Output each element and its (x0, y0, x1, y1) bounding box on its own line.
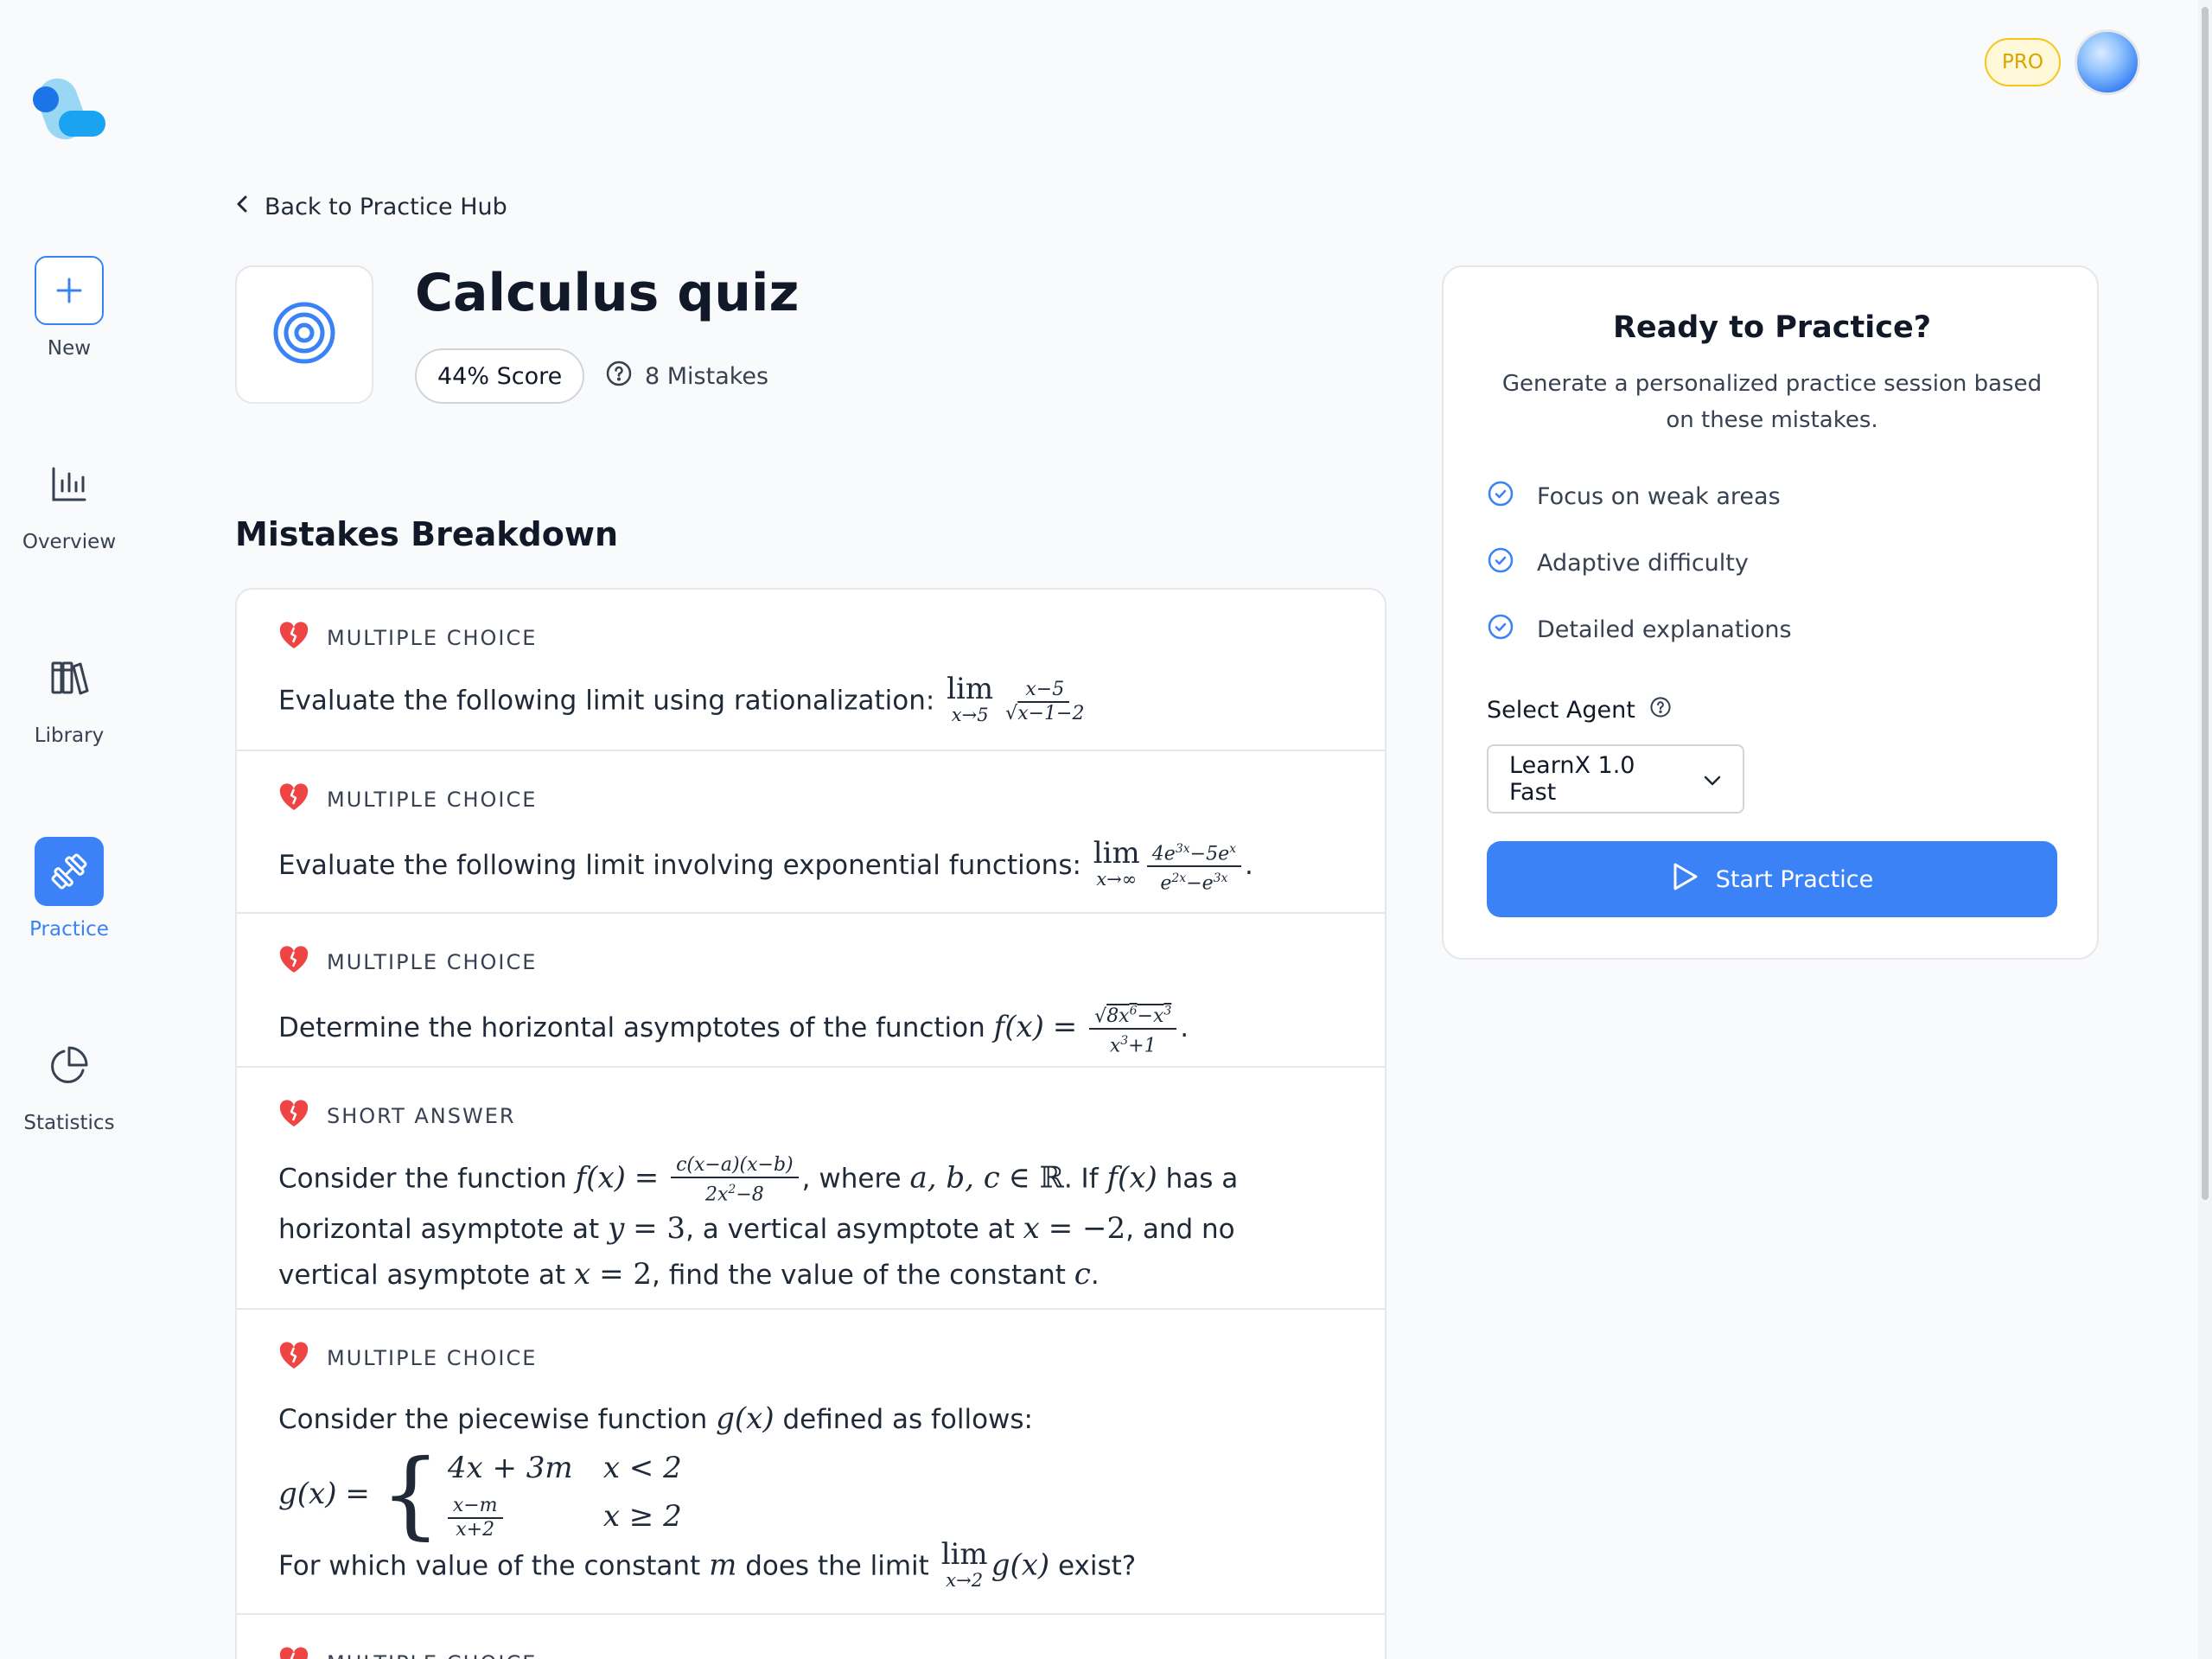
broken-heart-icon (278, 1341, 309, 1375)
chevron-left-icon (235, 194, 249, 220)
question-circle-icon (605, 360, 633, 393)
sidebar-item-statistics[interactable]: Statistics (0, 1030, 138, 1134)
practice-panel: Ready to Practice? Generate a personaliz… (1442, 265, 2099, 960)
practice-panel-description: Generate a personalized practice session… (1501, 371, 2043, 433)
list-item[interactable]: MULTIPLE CHOICE Consider the piecewise f… (237, 1310, 1385, 1615)
question-type: MULTIPLE CHOICE (327, 950, 538, 974)
question-text: Evaluate the following limit using ratio… (278, 672, 1085, 725)
page-title: Calculus quiz (415, 263, 800, 323)
question-type: MULTIPLE CHOICE (327, 788, 538, 812)
pie-chart-icon (35, 1030, 104, 1100)
sidebar-item-label: Statistics (23, 1112, 115, 1134)
feature-item: Adaptive difficulty (1487, 546, 1749, 580)
mistakes-count: 8 Mistakes (605, 348, 768, 404)
sidebar-item-label: Overview (22, 531, 117, 553)
broken-heart-icon (278, 782, 309, 817)
feature-label: Detailed explanations (1537, 616, 1792, 643)
question-text: Consider the function f(x) = c(x−a)(x−b)… (278, 1154, 1239, 1292)
score-badge: 44% Score (415, 348, 585, 404)
avatar[interactable] (2075, 29, 2140, 95)
sidebar-item-label: Library (34, 724, 105, 747)
scrollbar[interactable] (2198, 0, 2212, 1659)
mistakes-list: MULTIPLE CHOICE Evaluate the following l… (235, 588, 1386, 1659)
agent-select[interactable]: LearnX 1.0 Fast (1487, 744, 1744, 814)
mistakes-count-label: 8 Mistakes (645, 362, 769, 390)
sidebar-item-practice[interactable]: Practice (0, 837, 138, 941)
agent-label: Select Agent (1487, 696, 1672, 724)
check-circle-icon (1487, 546, 1514, 580)
piecewise-formula: g(x) = { 4x + 3m x < 2 x−m x+2 x ≥ 2 (278, 1438, 682, 1549)
target-icon (271, 300, 337, 369)
sidebar: New Overview Library Practice Statistics (0, 0, 138, 1659)
start-practice-button[interactable]: Start Practice (1487, 841, 2057, 917)
broken-heart-icon (278, 621, 309, 655)
agent-select-value: LearnX 1.0 Fast (1509, 752, 1635, 806)
back-link-label: Back to Practice Hub (265, 194, 507, 220)
chevron-down-icon (1703, 766, 1722, 793)
app-logo[interactable] (32, 73, 107, 145)
question-text: Determine the horizontal asymptotes of t… (278, 1000, 1343, 1058)
list-item[interactable]: MULTIPLE CHOICE Evaluate the following l… (237, 751, 1385, 914)
question-text: Consider the piecewise function g(x) def… (278, 1396, 1343, 1593)
sidebar-item-label: Practice (29, 918, 109, 941)
feature-item: Detailed explanations (1487, 613, 1792, 647)
broken-heart-icon (278, 1646, 309, 1659)
question-type: SHORT ANSWER (327, 1104, 516, 1128)
plus-icon (35, 256, 104, 325)
sidebar-item-library[interactable]: Library (0, 643, 138, 747)
check-circle-icon (1487, 613, 1514, 647)
question-type: MULTIPLE CHOICE (327, 626, 538, 650)
list-item[interactable]: MULTIPLE CHOICE Evaluate the following l… (237, 590, 1385, 751)
check-circle-icon (1487, 480, 1514, 514)
broken-heart-icon (278, 945, 309, 979)
play-icon (1671, 862, 1699, 897)
feature-item: Focus on weak areas (1487, 480, 1781, 514)
feature-label: Adaptive difficulty (1537, 550, 1749, 577)
sidebar-item-new[interactable]: New (0, 256, 138, 360)
list-item[interactable]: MULTIPLE CHOICE Determine the horizontal… (237, 914, 1385, 1068)
pro-badge[interactable]: PRO (1985, 38, 2061, 86)
practice-panel-title: Ready to Practice? (1612, 310, 1932, 345)
books-icon (35, 643, 104, 712)
dumbbell-icon (35, 837, 104, 906)
list-item[interactable]: MULTIPLE CHOICE (237, 1615, 1385, 1659)
bar-chart-icon (35, 450, 104, 519)
sidebar-item-label: New (47, 337, 92, 360)
sidebar-item-overview[interactable]: Overview (0, 450, 138, 553)
quiz-icon-box (235, 265, 373, 404)
help-icon[interactable] (1649, 696, 1672, 724)
question-type: MULTIPLE CHOICE (327, 1651, 537, 1659)
start-practice-label: Start Practice (1715, 865, 1874, 893)
question-type: MULTIPLE CHOICE (327, 1346, 538, 1370)
section-title: Mistakes Breakdown (235, 515, 618, 553)
question-text: Evaluate the following limit involving e… (278, 836, 1253, 895)
list-item[interactable]: SHORT ANSWER Consider the function f(x) … (237, 1068, 1385, 1310)
feature-label: Focus on weak areas (1537, 483, 1781, 510)
back-link[interactable]: Back to Practice Hub (235, 194, 507, 220)
broken-heart-icon (278, 1099, 309, 1133)
